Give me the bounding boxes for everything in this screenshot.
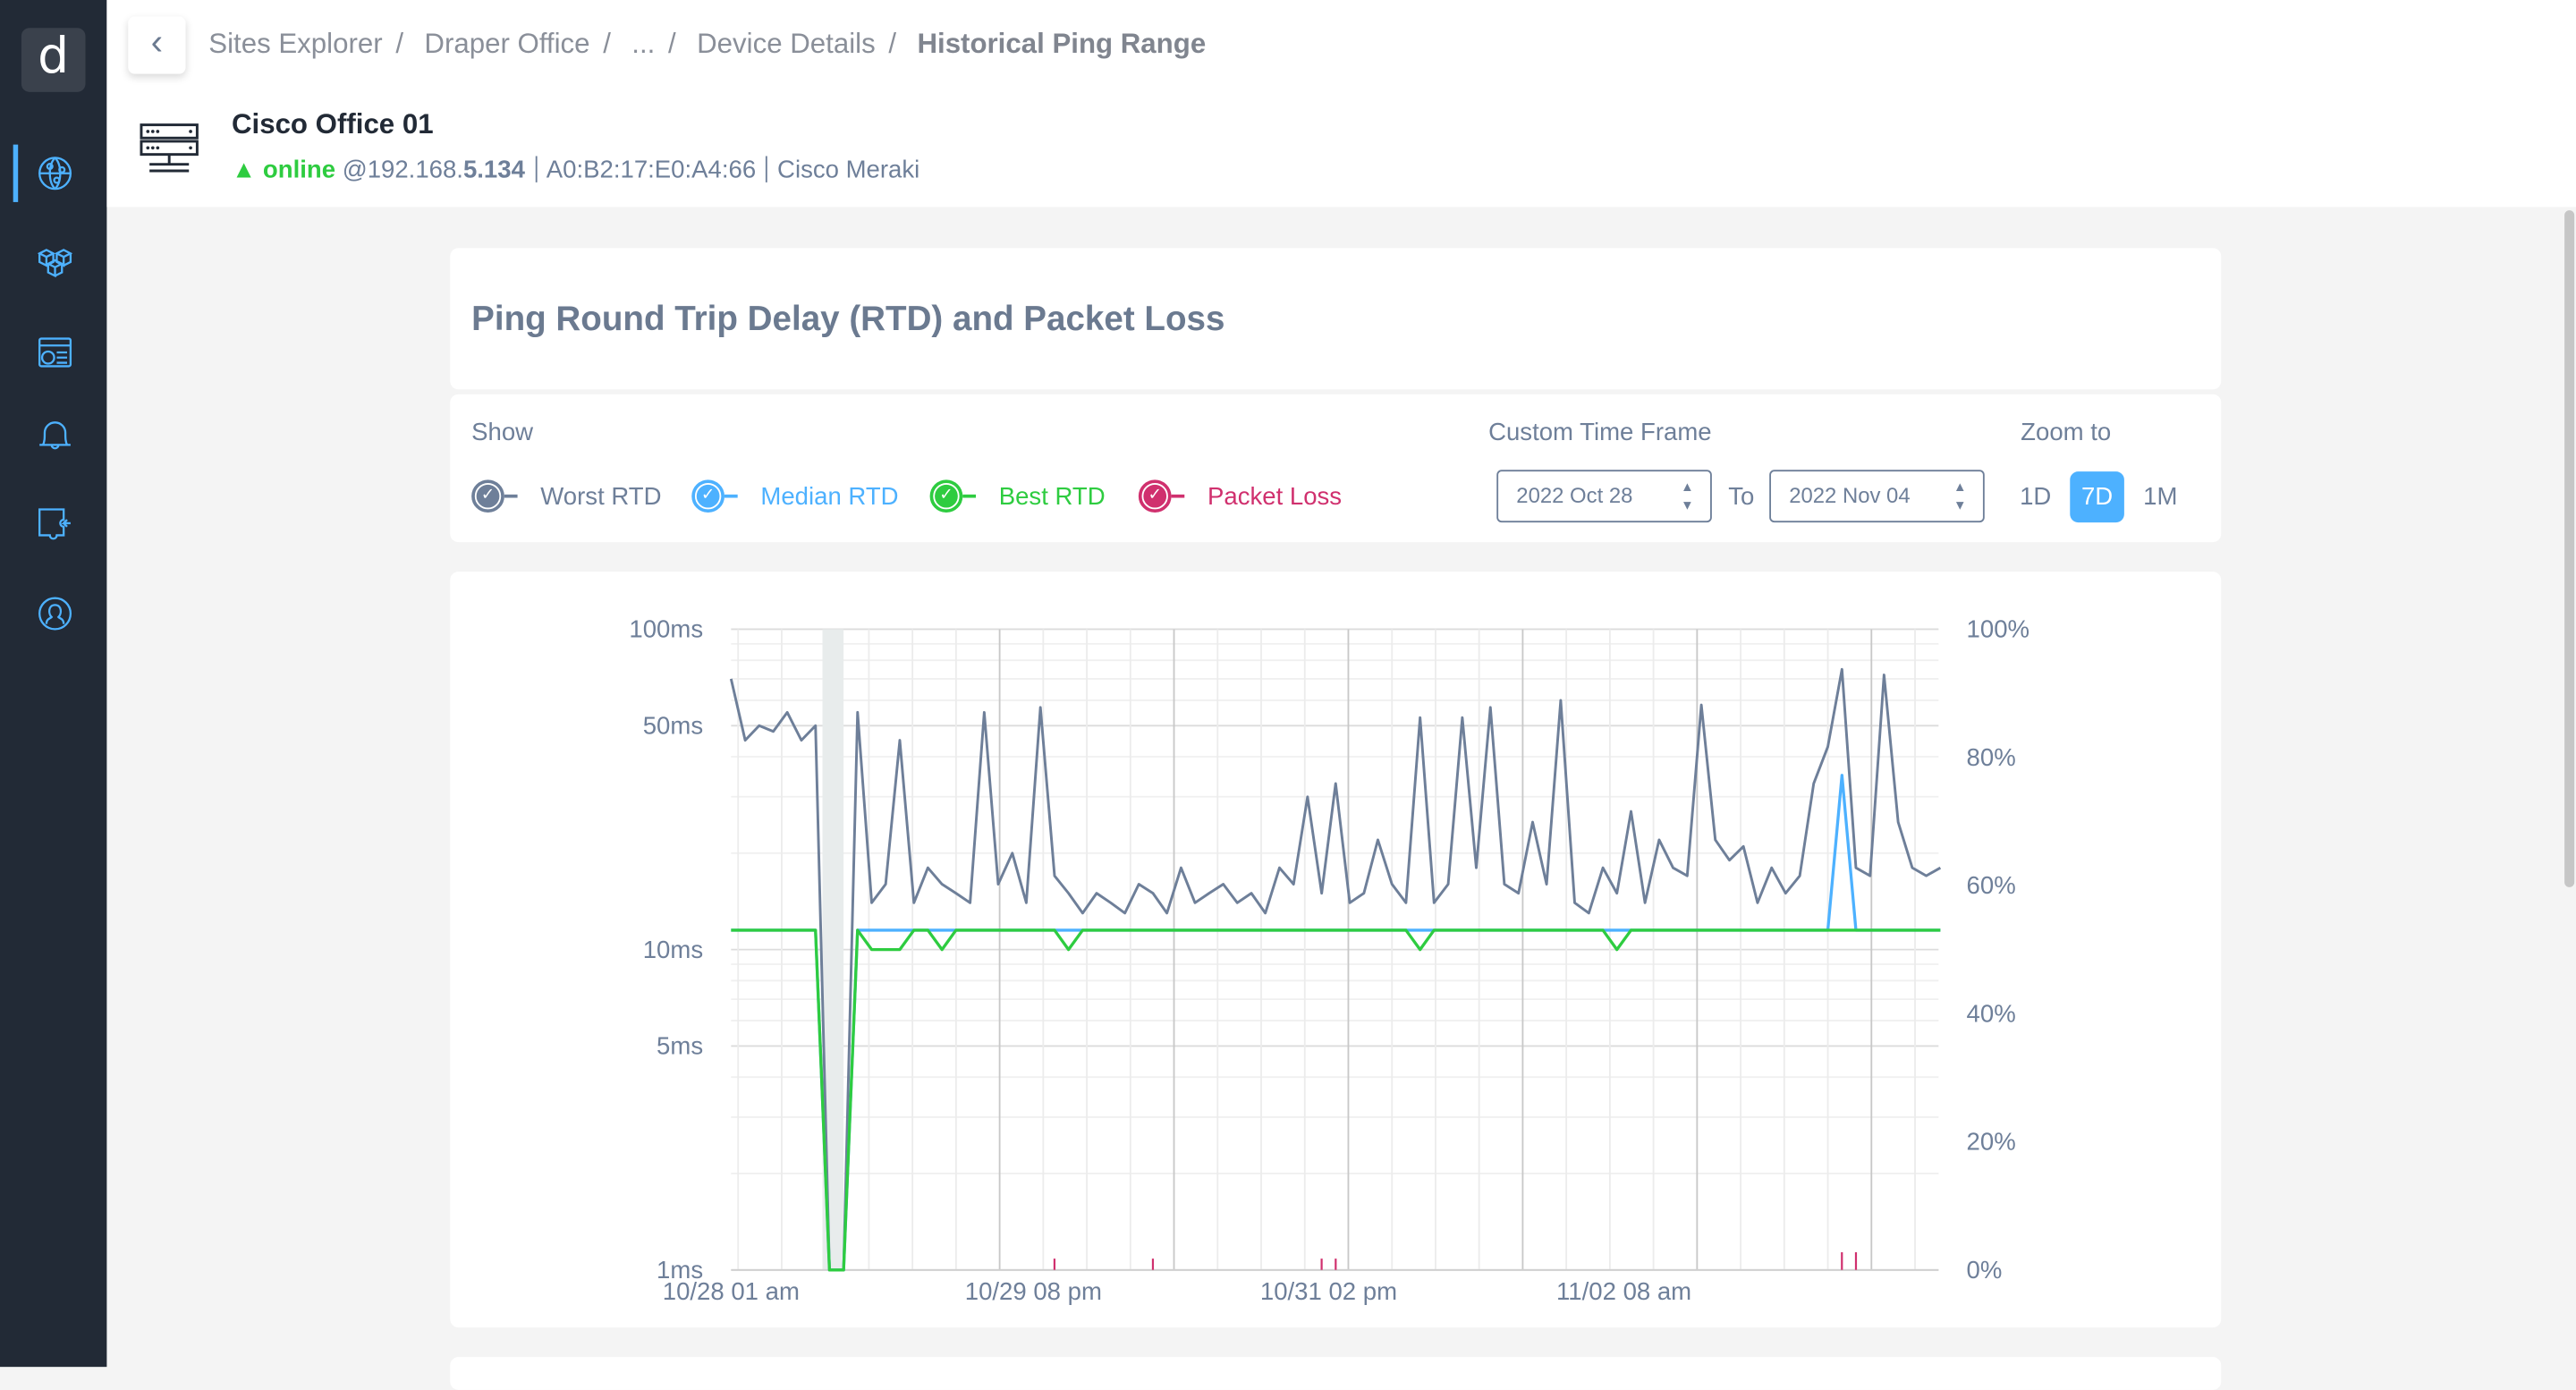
y-right-tick: 0% bbox=[1967, 1256, 2003, 1284]
x-tick: 11/02 08 am bbox=[1556, 1277, 1691, 1305]
device-name: Cisco Office 01 bbox=[231, 108, 434, 140]
legend-packet-loss[interactable]: ✓ Packet Loss bbox=[1138, 478, 1342, 513]
x-tick: 10/28 01 am bbox=[663, 1277, 800, 1305]
zoom-label: Zoom to bbox=[2021, 419, 2112, 447]
x-tick: 10/31 02 pm bbox=[1260, 1277, 1397, 1305]
mac-address: A0:B2:17:E0:A4:66 bbox=[546, 156, 757, 184]
y-left-tick: 100ms bbox=[629, 615, 703, 643]
to-label: To bbox=[1728, 482, 1755, 512]
y-left-tick: 5ms bbox=[657, 1032, 703, 1060]
legend-best-rtd[interactable]: ✓ Best RTD bbox=[929, 478, 1106, 513]
zoom-1d-button[interactable]: 1D bbox=[2014, 471, 2057, 522]
title-card: Ping Round Trip Delay (RTD) and Packet L… bbox=[450, 248, 2222, 390]
ip-prefix: @192.168. bbox=[342, 156, 463, 184]
status-badge: online bbox=[262, 156, 336, 184]
y-left-tick: 10ms bbox=[643, 936, 703, 963]
globe-network-icon[interactable] bbox=[38, 156, 72, 191]
y-right-tick: 80% bbox=[1967, 743, 2016, 771]
status-online-icon: ▲︎ bbox=[231, 156, 257, 184]
y-right-tick: 20% bbox=[1967, 1128, 2016, 1156]
sidebar: d bbox=[0, 0, 107, 1368]
cubes-icon[interactable] bbox=[38, 245, 72, 280]
ping-chart[interactable]: 100ms50ms10ms5ms1ms100%80%60%40%20%0%10/… bbox=[450, 572, 2221, 1327]
breadcrumb-item[interactable]: Sites Explorer bbox=[208, 28, 382, 59]
time-frame-label: Custom Time Frame bbox=[1488, 419, 1712, 447]
y-right-tick: 100% bbox=[1967, 615, 2029, 643]
card-title: Ping Round Trip Delay (RTD) and Packet L… bbox=[471, 301, 1225, 339]
server-icon bbox=[140, 123, 199, 173]
back-button[interactable]: ‹ bbox=[128, 16, 186, 74]
active-indicator bbox=[13, 144, 19, 202]
stepper-icon[interactable]: ▲ ▼ bbox=[1681, 478, 1694, 513]
app-logo[interactable]: d bbox=[21, 28, 86, 92]
ip-suffix: 5.134 bbox=[462, 156, 525, 184]
legend-worst-rtd[interactable]: ✓ Worst RTD bbox=[471, 478, 662, 513]
breadcrumb-current: Historical Ping Range bbox=[917, 28, 1207, 60]
legend-median-rtd[interactable]: ✓ Median RTD bbox=[691, 478, 899, 513]
breadcrumb: Sites Explorer / Draper Office / ... / Devi… bbox=[208, 28, 1207, 60]
y-right-tick: 40% bbox=[1967, 999, 2016, 1027]
user-circle-icon[interactable] bbox=[38, 597, 72, 631]
scrollbar-thumb[interactable] bbox=[2564, 210, 2575, 887]
breadcrumb-item[interactable]: Device Details bbox=[697, 28, 876, 59]
to-date-input[interactable]: 2022 Nov 04 ▲ ▼ bbox=[1769, 470, 1985, 523]
from-date-input[interactable]: 2022 Oct 28 ▲ ▼ bbox=[1496, 470, 1712, 523]
puzzle-icon[interactable] bbox=[38, 508, 72, 543]
breadcrumb-item[interactable]: ... bbox=[631, 28, 655, 59]
show-label: Show bbox=[471, 419, 534, 447]
zoom-7d-button[interactable]: 7D bbox=[2070, 471, 2124, 523]
stepper-icon[interactable]: ▲ ▼ bbox=[1953, 478, 1967, 513]
device-info: ▲︎ online @192.168.5.134 A0:B2:17:E0:A4:6… bbox=[231, 156, 920, 184]
y-left-tick: 50ms bbox=[643, 711, 703, 739]
breadcrumb-item[interactable]: Draper Office bbox=[424, 28, 589, 59]
bell-icon[interactable] bbox=[38, 418, 72, 453]
zoom-1m-button[interactable]: 1M bbox=[2136, 471, 2185, 522]
next-card bbox=[450, 1357, 2222, 1390]
y-right-tick: 60% bbox=[1967, 871, 2016, 899]
chevron-left-icon: ‹ bbox=[150, 21, 164, 63]
x-tick: 10/29 08 pm bbox=[965, 1277, 1102, 1305]
dashboard-icon[interactable] bbox=[38, 335, 72, 370]
vendor: Cisco Meraki bbox=[777, 156, 920, 184]
